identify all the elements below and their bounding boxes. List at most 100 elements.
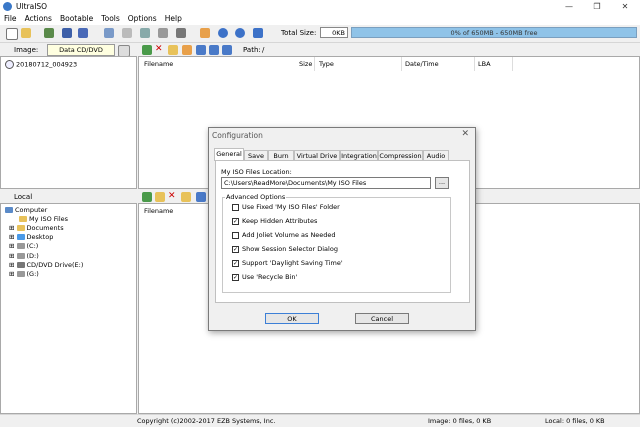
save-icon[interactable] <box>62 28 72 38</box>
image-label: Image: <box>14 46 39 54</box>
menu-bar: File Actions Bootable Tools Options Help <box>0 13 640 25</box>
toolbar: Total Size: 0KB 0% of 650MB - 650MB free <box>0 25 640 43</box>
tree-item-desktop[interactable]: ⊞ Desktop <box>9 233 53 241</box>
image-type[interactable]: Data CD/DVD <box>47 44 115 56</box>
status-copyright: Copyright (c)2002-2017 EZB Systems, Inc. <box>137 417 276 425</box>
ok-button[interactable]: OK <box>265 313 319 324</box>
option-joliet-checkbox[interactable] <box>232 232 239 239</box>
up-icon[interactable] <box>142 45 152 55</box>
dialog-close-icon[interactable]: ✕ <box>461 129 469 139</box>
computer-icon <box>5 207 13 213</box>
folder-icon <box>16 225 25 231</box>
mount-icon[interactable] <box>122 28 132 38</box>
tree-item-d[interactable]: ⊞ (D:) <box>9 252 39 260</box>
gear-icon[interactable] <box>209 45 219 55</box>
menu-file[interactable]: File <box>0 13 21 25</box>
option-daylight-checkbox[interactable]: ✓ <box>232 260 239 267</box>
status-image: Image: 0 files, 0 KB <box>428 417 492 425</box>
status-local: Local: 0 files, 0 KB <box>545 417 605 425</box>
info-icon[interactable] <box>218 28 228 38</box>
path-value: / <box>262 46 265 54</box>
option-session-selector-checkbox[interactable]: ✓ <box>232 246 239 253</box>
location-input[interactable]: C:\Users\ReadMore\Documents\My ISO Files <box>221 177 431 189</box>
option-keep-hidden-checkbox[interactable]: ✓ <box>232 218 239 225</box>
menu-options[interactable]: Options <box>124 13 161 25</box>
status-bar: Copyright (c)2002-2017 EZB Systems, Inc.… <box>0 414 640 427</box>
disc-icon <box>5 60 14 69</box>
tree-item-computer[interactable]: Computer <box>5 206 47 214</box>
menu-tools[interactable]: Tools <box>97 13 123 25</box>
exit-icon[interactable] <box>253 28 263 38</box>
local-col-filename[interactable]: Filename <box>144 207 173 215</box>
burn-icon[interactable] <box>140 28 150 38</box>
cancel-button[interactable]: Cancel <box>355 313 409 324</box>
col-datetime[interactable]: Date/Time <box>405 60 439 68</box>
window-title: UltraISO <box>16 2 48 11</box>
col-filename[interactable]: Filename <box>144 60 173 68</box>
option-daylight-label: Support 'Daylight Saving Time' <box>242 259 343 267</box>
extract-icon[interactable] <box>44 28 54 38</box>
col-type[interactable]: Type <box>319 60 334 68</box>
tree-item-e[interactable]: ⊞ CD/DVD Drive(E:) <box>9 261 83 269</box>
folder-icon <box>19 216 27 222</box>
local-tree[interactable]: Computer My ISO Files ⊞ Documents ⊞ Desk… <box>0 203 137 414</box>
open-icon[interactable] <box>21 28 31 38</box>
title-bar: UltraISO — ❐ ✕ <box>0 0 640 13</box>
close-button[interactable]: ✕ <box>612 0 638 13</box>
drive-icon <box>16 253 25 259</box>
save-as-icon[interactable] <box>78 28 88 38</box>
menu-actions[interactable]: Actions <box>21 13 56 25</box>
desktop-icon <box>16 234 25 240</box>
dialog-title: Configuration <box>212 131 263 140</box>
tree-item-g[interactable]: ⊞ (G:) <box>9 270 39 278</box>
local-delete-icon[interactable]: ✕ <box>168 192 178 202</box>
image-settings-icon[interactable] <box>196 45 206 55</box>
option-recycle-bin-label: Use 'Recycle Bin' <box>242 273 298 281</box>
properties-icon[interactable] <box>200 28 210 38</box>
image-tree[interactable]: 20180712_004923 <box>0 56 137 189</box>
help-icon[interactable] <box>235 28 245 38</box>
option-recycle-bin-checkbox[interactable]: ✓ <box>232 274 239 281</box>
local-settings-icon[interactable] <box>196 192 206 202</box>
new-folder-icon[interactable] <box>168 45 178 55</box>
col-lba[interactable]: LBA <box>478 60 491 68</box>
total-size-value: 0KB <box>320 27 348 38</box>
col-size[interactable]: Size <box>299 60 312 68</box>
configuration-dialog: Configuration ✕ General Save Burn Virtua… <box>208 127 476 331</box>
minimize-button[interactable]: — <box>556 0 582 13</box>
general-tab-body: My ISO Files Location: C:\Users\ReadMore… <box>215 160 470 303</box>
local-folder-icon[interactable] <box>181 192 191 202</box>
capacity-bar: 0% of 650MB - 650MB free <box>351 27 637 38</box>
tree-item-c[interactable]: ⊞ (C:) <box>9 242 38 250</box>
compress-icon[interactable] <box>104 28 114 38</box>
total-size-label: Total Size: <box>281 29 317 37</box>
maximize-button[interactable]: ❐ <box>584 0 610 13</box>
drive-icon <box>16 243 25 249</box>
tree-item-documents[interactable]: ⊞ Documents <box>9 224 64 232</box>
path-label: Path: <box>243 46 261 54</box>
app-icon <box>3 2 12 11</box>
menu-help[interactable]: Help <box>161 13 186 25</box>
option-fixed-folder-label: Use Fixed 'My ISO Files' Folder <box>242 203 340 211</box>
browse-button[interactable]: ... <box>435 177 449 189</box>
cd-drive-icon <box>16 262 25 268</box>
image-root[interactable]: 20180712_004923 <box>5 60 77 69</box>
refresh-icon[interactable] <box>222 45 232 55</box>
tree-item-my-iso-files[interactable]: My ISO Files <box>19 215 68 223</box>
drive-icon <box>16 271 25 277</box>
new-icon[interactable] <box>6 28 18 40</box>
virtual-drive-icon[interactable] <box>158 28 168 38</box>
option-joliet-label: Add Joliet Volume as Needed <box>242 231 336 239</box>
delete-icon[interactable]: ✕ <box>155 45 165 55</box>
location-label: My ISO Files Location: <box>221 168 292 176</box>
rename-icon[interactable] <box>182 45 192 55</box>
local-up-icon[interactable] <box>142 192 152 202</box>
local-add-icon[interactable] <box>155 192 165 202</box>
settings-icon[interactable] <box>176 28 186 38</box>
local-label: Local <box>14 193 33 201</box>
option-fixed-folder-checkbox[interactable] <box>232 204 239 211</box>
image-bar: Image: Data CD/DVD ✕ Path: / <box>0 43 640 57</box>
menu-bootable[interactable]: Bootable <box>56 13 97 25</box>
option-session-selector-label: Show Session Selector Dialog <box>242 245 338 253</box>
option-keep-hidden-label: Keep Hidden Attributes <box>242 217 318 225</box>
